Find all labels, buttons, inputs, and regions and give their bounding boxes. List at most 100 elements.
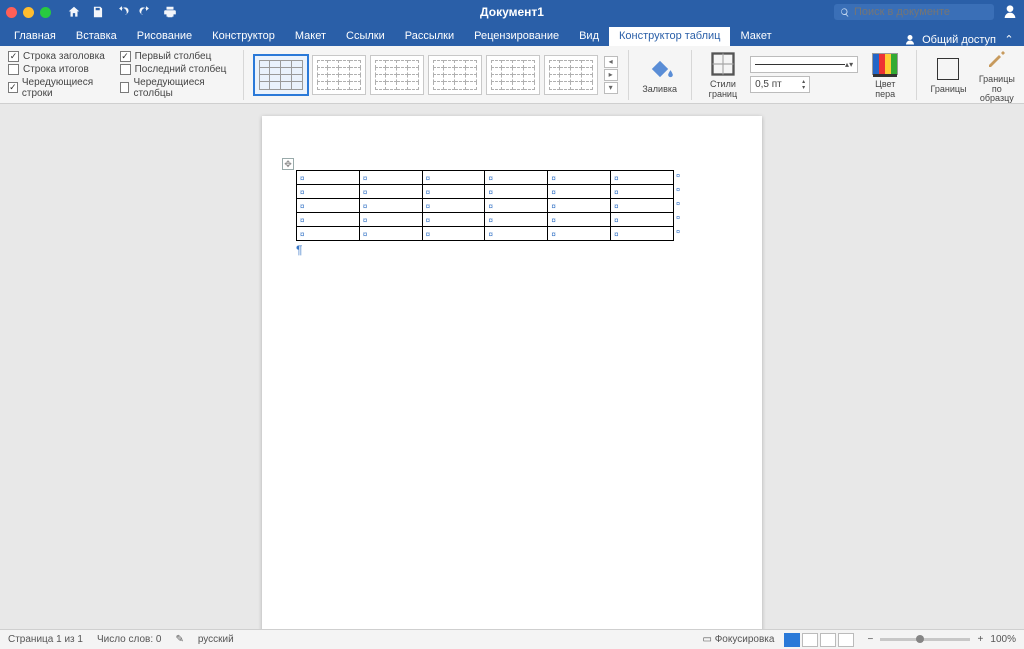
border-painter-label-1: Границы <box>979 74 1015 84</box>
zoom-value[interactable]: 100% <box>990 634 1016 645</box>
table-cell[interactable]: ¤ <box>611 213 674 227</box>
tab-view[interactable]: Вид <box>569 27 609 46</box>
table-cell[interactable] <box>422 185 485 199</box>
tab-mail[interactable]: Рассылки <box>395 27 464 46</box>
table-cell[interactable] <box>297 171 360 185</box>
table-cell[interactable] <box>359 227 422 241</box>
page[interactable]: ✥ ¤¤¤¤¤ ¶ <box>262 116 762 629</box>
table-cell[interactable] <box>548 213 611 227</box>
tab-review[interactable]: Рецензирование <box>464 27 569 46</box>
ribbon: Строка заголовка Строка итогов Чередующи… <box>0 46 1024 104</box>
check-banded-cols-label: Чередующиеся столбцы <box>133 77 232 99</box>
table-style-2[interactable] <box>312 55 366 95</box>
check-banded-cols[interactable]: Чередующиеся столбцы <box>120 77 233 99</box>
check-header-row-label: Строка заголовка <box>23 51 105 62</box>
brush-icon <box>985 47 1009 71</box>
table-cell[interactable] <box>485 185 548 199</box>
document-table[interactable]: ¤¤¤¤¤ <box>296 170 674 241</box>
check-header-row[interactable]: Строка заголовка <box>8 51 114 62</box>
home-icon[interactable] <box>67 5 81 19</box>
focus-mode-button[interactable]: ▭ Фокусировка <box>702 634 774 645</box>
table-cell[interactable]: ¤ <box>611 171 674 185</box>
table-style-3[interactable] <box>370 55 424 95</box>
table-cell[interactable] <box>359 213 422 227</box>
search-box[interactable] <box>834 4 994 20</box>
tab-layout[interactable]: Макет <box>285 27 336 46</box>
table-cell[interactable] <box>422 227 485 241</box>
view-web[interactable] <box>802 633 818 647</box>
view-print[interactable] <box>784 633 800 647</box>
table-cell[interactable] <box>422 199 485 213</box>
table-cell[interactable] <box>485 227 548 241</box>
save-icon[interactable] <box>91 5 105 19</box>
table-cell[interactable] <box>548 185 611 199</box>
style-more[interactable]: ▾ <box>604 82 618 94</box>
check-banded-rows[interactable]: Чередующиеся строки <box>8 77 114 99</box>
tab-main[interactable]: Главная <box>4 27 66 46</box>
tab-insert[interactable]: Вставка <box>66 27 127 46</box>
table-style-1[interactable] <box>254 55 308 95</box>
table-cell[interactable] <box>297 199 360 213</box>
user-icon[interactable] <box>1002 4 1018 20</box>
pen-color-icon <box>872 53 898 75</box>
table-cell[interactable] <box>359 185 422 199</box>
zoom-in[interactable]: + <box>974 634 986 645</box>
minimize-button[interactable] <box>23 7 34 18</box>
word-count[interactable]: Число слов: 0 <box>97 634 161 645</box>
table-cell[interactable] <box>422 171 485 185</box>
shading-button[interactable]: Заливка <box>639 55 681 95</box>
tab-refs[interactable]: Ссылки <box>336 27 395 46</box>
table-move-handle[interactable]: ✥ <box>282 158 294 170</box>
table-cell[interactable] <box>297 185 360 199</box>
table-cell[interactable] <box>422 213 485 227</box>
close-button[interactable] <box>6 7 17 18</box>
table-style-5[interactable] <box>486 55 540 95</box>
line-weight-select[interactable]: 0,5 пт▴▾ <box>750 76 810 93</box>
borders-button[interactable]: Границы <box>927 55 969 95</box>
tab-table-layout[interactable]: Макет <box>730 27 781 46</box>
search-input[interactable] <box>854 6 988 18</box>
borders-label: Границы <box>930 85 966 95</box>
border-styles-button[interactable]: Стили границ <box>702 50 744 100</box>
check-total-row[interactable]: Строка итогов <box>8 64 114 75</box>
table-cell[interactable] <box>485 171 548 185</box>
table-cell[interactable] <box>548 227 611 241</box>
table-cell[interactable] <box>359 171 422 185</box>
table-style-4[interactable] <box>428 55 482 95</box>
table-cell[interactable] <box>297 213 360 227</box>
table-cell[interactable]: ¤ <box>611 227 674 241</box>
check-first-col[interactable]: Первый столбец <box>120 51 233 62</box>
line-style-select[interactable]: ▴▾ <box>750 56 858 73</box>
tab-draw[interactable]: Рисование <box>127 27 202 46</box>
style-next[interactable]: ▸ <box>604 69 618 81</box>
view-draft[interactable] <box>838 633 854 647</box>
spellcheck-icon[interactable]: ✎ <box>175 634 183 645</box>
table-cell[interactable] <box>297 227 360 241</box>
table-cell[interactable]: ¤ <box>611 199 674 213</box>
tab-table-design[interactable]: Конструктор таблиц <box>609 27 730 46</box>
table-cell[interactable] <box>485 199 548 213</box>
view-outline[interactable] <box>820 633 836 647</box>
redo-icon[interactable] <box>139 5 153 19</box>
table-style-6[interactable] <box>544 55 598 95</box>
check-first-col-label: Первый столбец <box>135 51 212 62</box>
table-cell[interactable] <box>548 171 611 185</box>
language-indicator[interactable]: русский <box>198 634 234 645</box>
table-cell[interactable] <box>548 199 611 213</box>
table-cell[interactable] <box>359 199 422 213</box>
print-icon[interactable] <box>163 5 177 19</box>
zoom-out[interactable]: − <box>864 634 876 645</box>
pen-color-button[interactable]: Цвет пера <box>864 50 906 100</box>
table-cell[interactable]: ¤ <box>611 185 674 199</box>
border-painter-button[interactable]: Границыпо образцу <box>976 45 1018 105</box>
maximize-button[interactable] <box>40 7 51 18</box>
undo-icon[interactable] <box>115 5 129 19</box>
pilcrow-icon: ¶ <box>296 243 728 257</box>
style-prev[interactable]: ◂ <box>604 56 618 68</box>
check-last-col[interactable]: Последний столбец <box>120 64 233 75</box>
zoom-slider[interactable] <box>880 638 970 641</box>
table-cell[interactable] <box>485 213 548 227</box>
page-count[interactable]: Страница 1 из 1 <box>8 634 83 645</box>
tab-design[interactable]: Конструктор <box>202 27 285 46</box>
borders-icon <box>937 58 959 80</box>
